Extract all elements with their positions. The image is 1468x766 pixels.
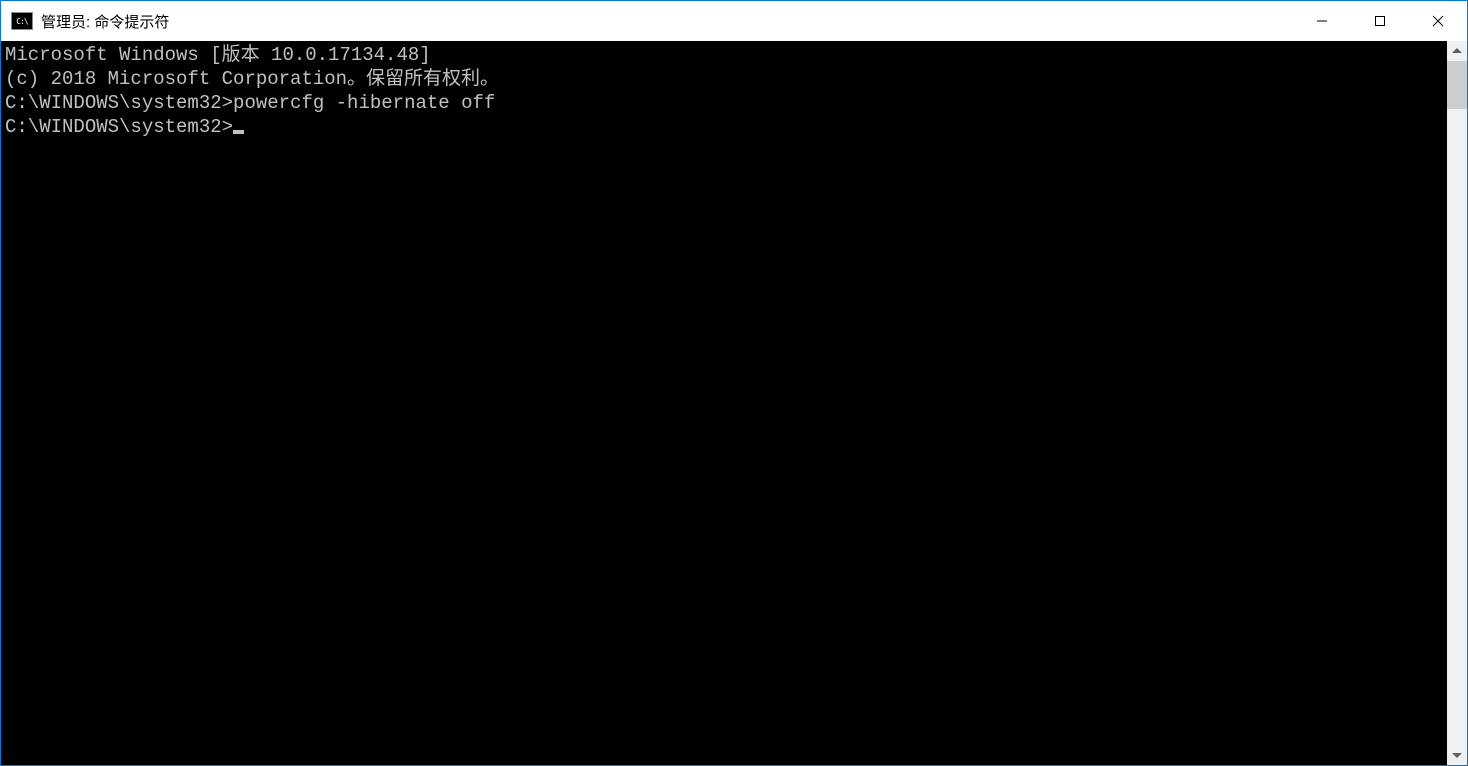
scroll-track[interactable] <box>1447 61 1467 745</box>
scroll-thumb[interactable] <box>1447 61 1467 109</box>
chevron-up-icon <box>1452 48 1462 54</box>
command-prompt-window: C:\ 管理员: 命令提示符 Microsoft Windows [版本 <box>0 0 1468 766</box>
minimize-button[interactable] <box>1293 1 1351 41</box>
titlebar[interactable]: C:\ 管理员: 命令提示符 <box>1 1 1467 41</box>
chevron-down-icon <box>1452 752 1462 758</box>
terminal-line: (c) 2018 Microsoft Corporation。保留所有权利。 <box>5 67 1443 91</box>
window-controls <box>1293 1 1467 41</box>
window-title: 管理员: 命令提示符 <box>41 11 1293 32</box>
terminal-output[interactable]: Microsoft Windows [版本 10.0.17134.48](c) … <box>1 41 1447 765</box>
close-button[interactable] <box>1409 1 1467 41</box>
scroll-up-arrow[interactable] <box>1447 41 1467 61</box>
minimize-icon <box>1316 15 1328 27</box>
maximize-icon <box>1374 15 1386 27</box>
close-icon <box>1432 15 1444 27</box>
terminal-line: C:\WINDOWS\system32>powercfg -hibernate … <box>5 91 1443 115</box>
scroll-down-arrow[interactable] <box>1447 745 1467 765</box>
terminal-prompt-line: C:\WINDOWS\system32> <box>5 115 1443 139</box>
terminal-cursor <box>233 130 244 134</box>
cmd-icon: C:\ <box>11 12 33 30</box>
maximize-button[interactable] <box>1351 1 1409 41</box>
content-area: Microsoft Windows [版本 10.0.17134.48](c) … <box>1 41 1467 765</box>
terminal-line: Microsoft Windows [版本 10.0.17134.48] <box>5 43 1443 67</box>
vertical-scrollbar[interactable] <box>1447 41 1467 765</box>
terminal-prompt: C:\WINDOWS\system32> <box>5 116 233 138</box>
